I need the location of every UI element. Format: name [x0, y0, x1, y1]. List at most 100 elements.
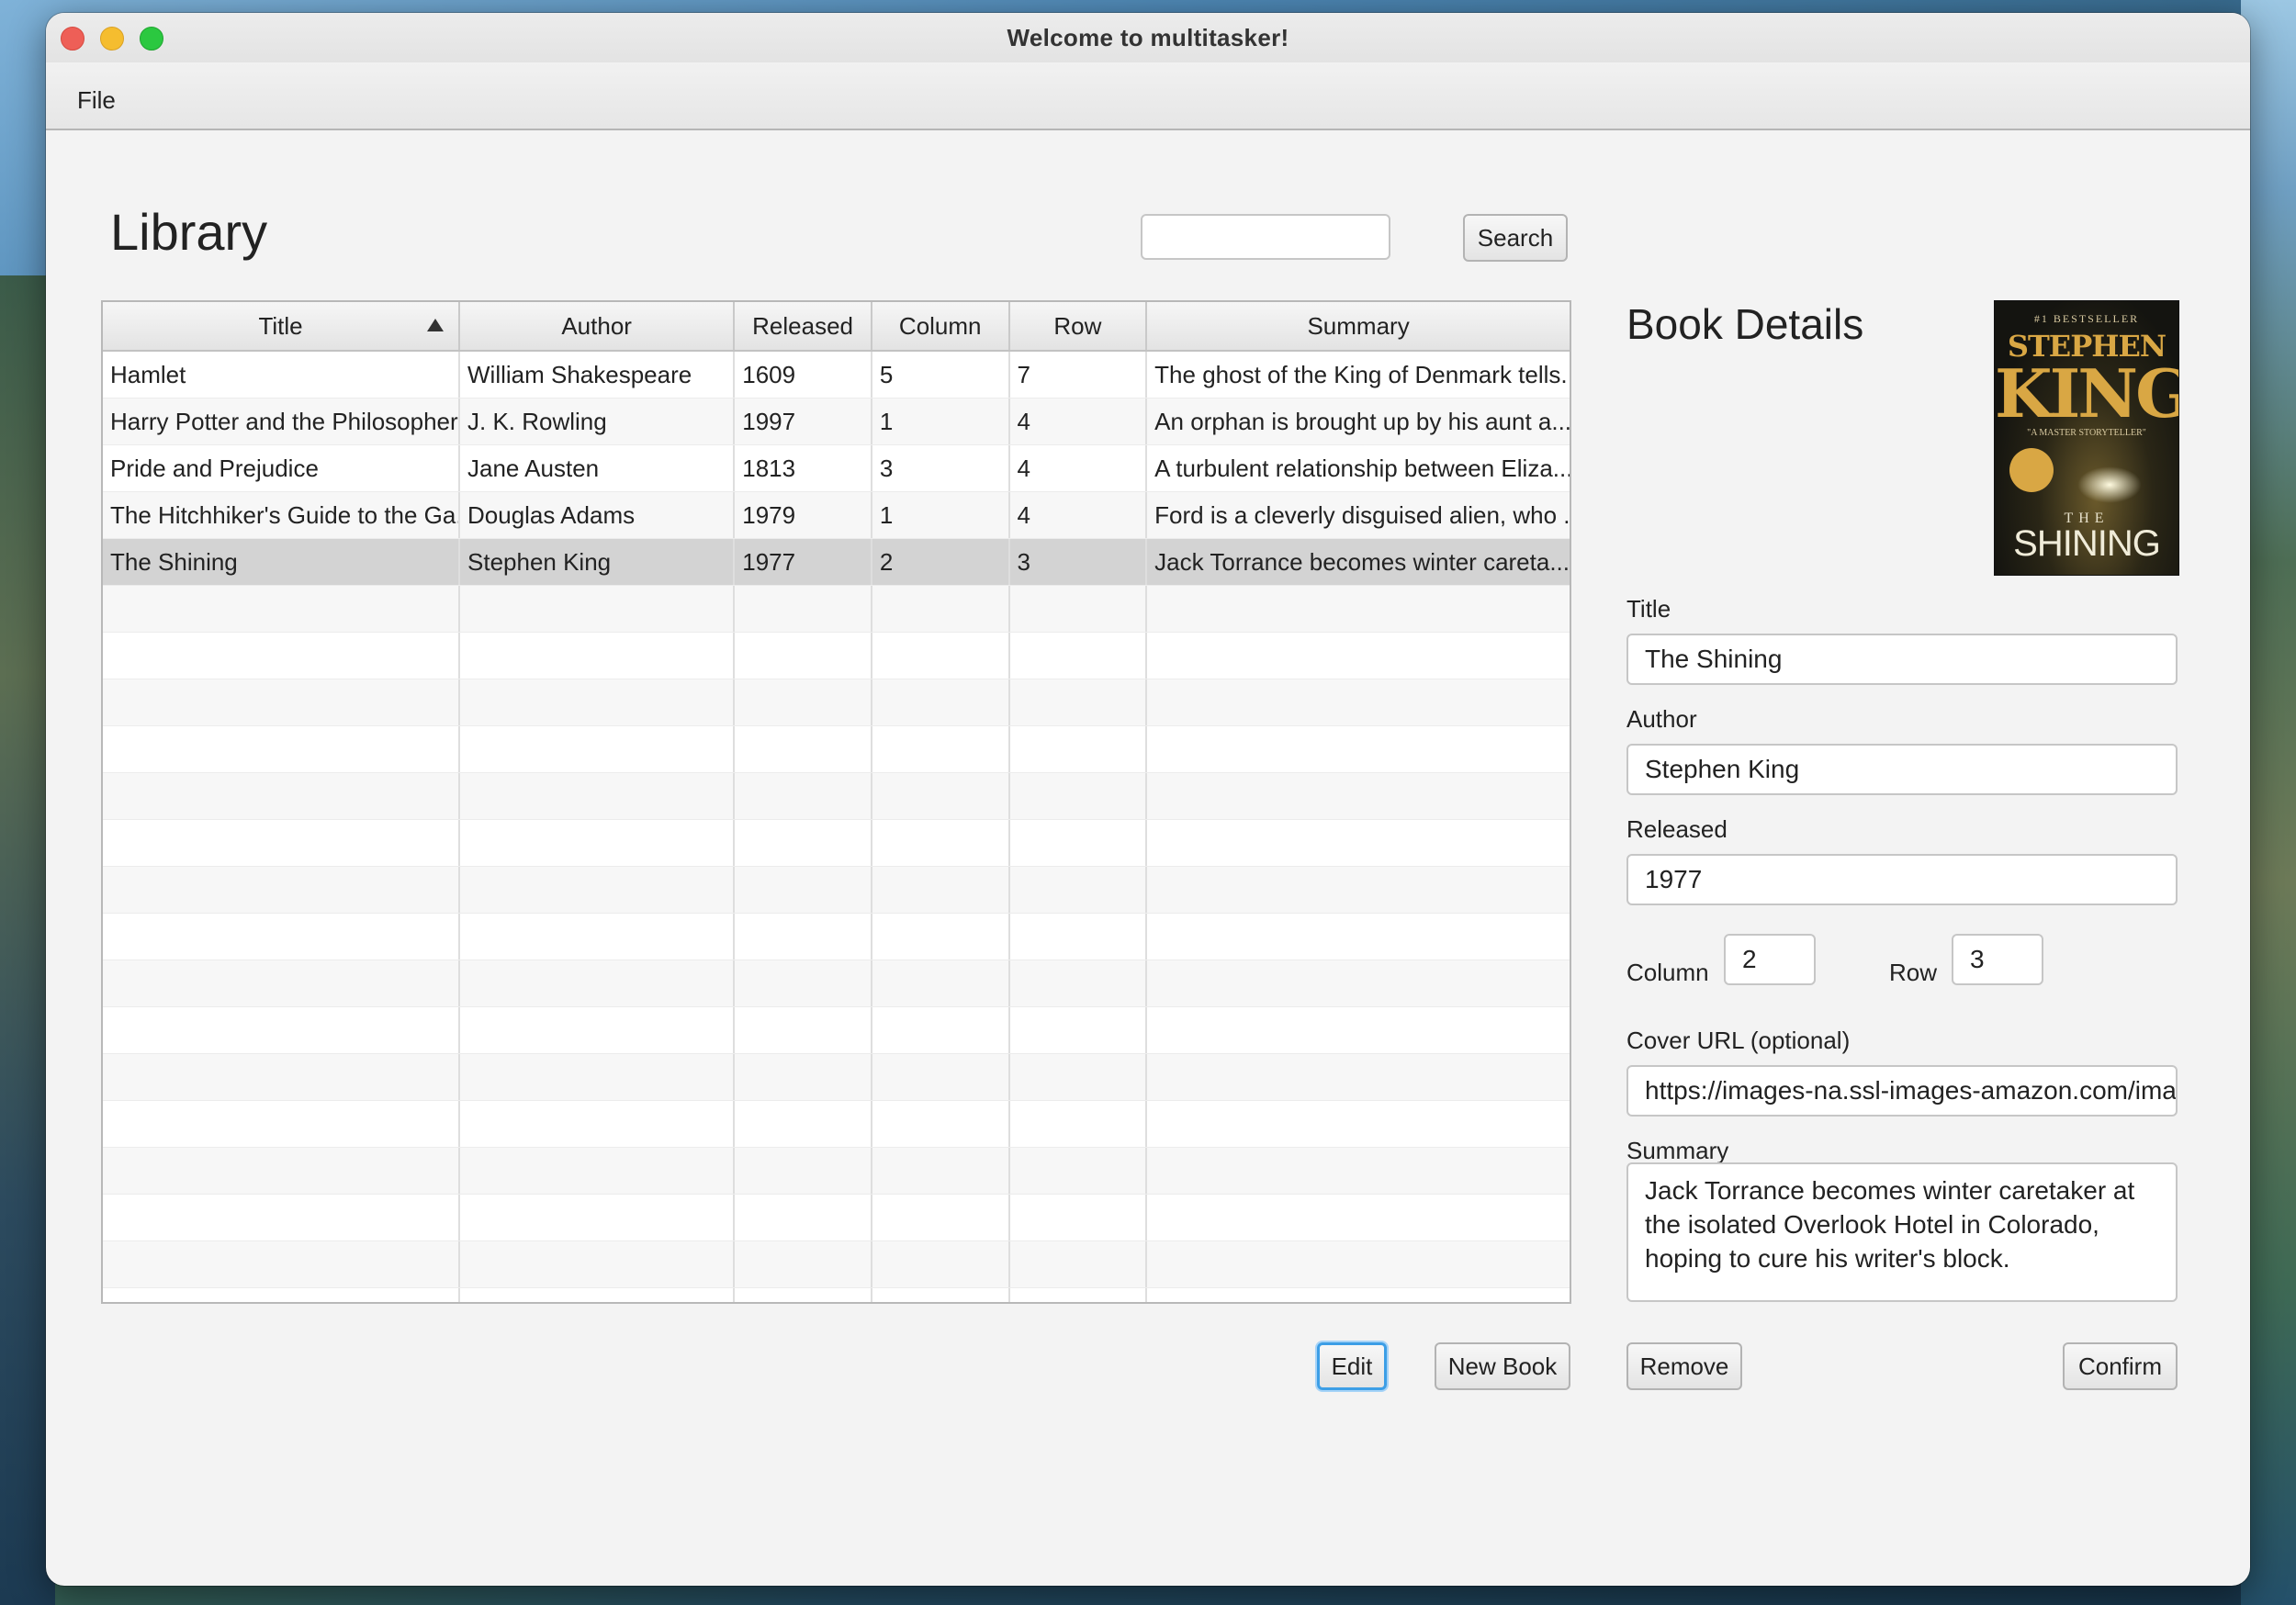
- new-book-button[interactable]: New Book: [1435, 1342, 1570, 1390]
- summary-label: Summary: [1626, 1137, 1729, 1164]
- cell-column: 3: [872, 445, 1010, 491]
- table-row[interactable]: Hamlet William Shakespeare 1609 5 7 The ghost…: [103, 352, 1570, 398]
- confirm-button[interactable]: Confirm: [2063, 1342, 2178, 1390]
- remove-button[interactable]: Remove: [1626, 1342, 1742, 1390]
- sort-ascending-icon: [427, 319, 445, 331]
- empty-cell: [1147, 773, 1570, 819]
- edit-button[interactable]: Edit: [1317, 1342, 1387, 1390]
- empty-cell: [103, 1241, 460, 1287]
- empty-cell: [735, 773, 872, 819]
- empty-cell: [460, 1241, 736, 1287]
- empty-table-row: [103, 679, 1570, 726]
- search-input[interactable]: [1141, 214, 1390, 260]
- table-body: Hamlet William Shakespeare 1609 5 7 The ghost…: [103, 352, 1570, 1302]
- cell-column: 1: [872, 492, 1010, 538]
- cell-summary: The ghost of the King of Denmark tells..…: [1154, 360, 1570, 388]
- column-header-label: Row: [1053, 311, 1102, 340]
- cover-author-last: KING: [1995, 354, 2179, 432]
- cover-title: SHINING: [2013, 523, 2161, 564]
- table-row[interactable]: The Hitchhiker's Guide to the Ga... Dougl…: [103, 492, 1570, 539]
- column-header-summary[interactable]: Summary: [1147, 302, 1570, 350]
- empty-cell: [103, 1148, 460, 1194]
- row-field[interactable]: 3: [1952, 934, 2043, 985]
- empty-cell: [872, 1007, 1010, 1053]
- empty-cell: [872, 1288, 1010, 1302]
- menu-bar: File: [46, 62, 2250, 130]
- cover-light: [2077, 466, 2142, 503]
- zoom-window-button[interactable]: [140, 27, 163, 51]
- minimize-window-button[interactable]: [100, 27, 124, 51]
- empty-cell: [103, 960, 460, 1006]
- empty-cell: [1010, 867, 1148, 913]
- cell-summary: Ford is a cleverly disguised alien, who …: [1154, 500, 1570, 529]
- empty-cell: [1010, 633, 1148, 679]
- released-label: Released: [1626, 815, 1728, 843]
- empty-cell: [103, 586, 460, 632]
- empty-cell: [872, 1195, 1010, 1240]
- table-row[interactable]: The Shining Stephen King 1977 2 3 Jack Torran…: [103, 539, 1570, 586]
- cover-tagline: "A MASTER STORYTELLER": [2027, 428, 2146, 438]
- column-header-column[interactable]: Column: [872, 302, 1010, 350]
- cell-row: 4: [1010, 492, 1148, 538]
- cell-author: William Shakespeare: [460, 352, 736, 398]
- empty-cell: [872, 726, 1010, 772]
- empty-cell: [103, 1195, 460, 1240]
- empty-cell: [460, 1054, 736, 1100]
- empty-table-row: [103, 867, 1570, 914]
- window-controls: [61, 27, 163, 51]
- column-header-title[interactable]: Title: [103, 302, 461, 350]
- empty-cell: [1010, 726, 1148, 772]
- empty-table-row: [103, 1007, 1570, 1054]
- empty-table-row: [103, 960, 1570, 1007]
- cell-released: 1609: [735, 352, 872, 398]
- empty-cell: [1010, 1195, 1148, 1240]
- empty-cell: [103, 1007, 460, 1053]
- empty-cell: [103, 773, 460, 819]
- empty-cell: [1147, 960, 1570, 1006]
- empty-cell: [1010, 1241, 1148, 1287]
- empty-cell: [872, 820, 1010, 866]
- cell-released: 1813: [735, 445, 872, 491]
- cell-column: 1: [872, 398, 1010, 444]
- empty-cell: [735, 820, 872, 866]
- cell-summary: Jack Torrance becomes winter careta...: [1154, 547, 1570, 576]
- cell-row: 7: [1010, 352, 1148, 398]
- empty-cell: [103, 633, 460, 679]
- empty-cell: [735, 1054, 872, 1100]
- table-row[interactable]: Pride and Prejudice Jane Austen 1813 3 4 A tu…: [103, 445, 1570, 492]
- released-field[interactable]: 1977: [1626, 854, 2178, 905]
- cell-author: J. K. Rowling: [460, 398, 736, 444]
- empty-cell: [103, 820, 460, 866]
- empty-cell: [1147, 726, 1570, 772]
- cell-column: 5: [872, 352, 1010, 398]
- search-button[interactable]: Search: [1463, 214, 1568, 262]
- empty-table-row: [103, 1101, 1570, 1148]
- empty-cell: [735, 1288, 872, 1302]
- cell-title: The Hitchhiker's Guide to the Ga...: [103, 492, 460, 538]
- empty-cell: [1147, 586, 1570, 632]
- empty-cell: [872, 586, 1010, 632]
- empty-cell: [735, 679, 872, 725]
- empty-cell: [1010, 679, 1148, 725]
- cell-released: 1979: [735, 492, 872, 538]
- column-header-row[interactable]: Row: [1010, 302, 1148, 350]
- cell-title: Pride and Prejudice: [103, 445, 460, 491]
- empty-cell: [735, 867, 872, 913]
- column-header-author[interactable]: Author: [460, 302, 736, 350]
- empty-table-row: [103, 773, 1570, 820]
- empty-cell: [735, 633, 872, 679]
- author-field[interactable]: Stephen King: [1626, 744, 2178, 795]
- table-row[interactable]: Harry Potter and the Philosopher... J. K.…: [103, 398, 1570, 445]
- column-header-released[interactable]: Released: [735, 302, 872, 350]
- column-field[interactable]: 2: [1724, 934, 1816, 985]
- close-window-button[interactable]: [61, 27, 84, 51]
- empty-cell: [1147, 1007, 1570, 1053]
- title-label: Title: [1626, 595, 1671, 623]
- summary-textarea[interactable]: Jack Torrance becomes winter caretaker a…: [1626, 1162, 2178, 1302]
- cover-url-field[interactable]: https://images-na.ssl-images-amazon.com/…: [1626, 1065, 2178, 1117]
- table-header: Title Author Released Column Row Summary: [103, 302, 1570, 352]
- cell-row: 4: [1010, 445, 1148, 491]
- empty-cell: [1010, 1054, 1148, 1100]
- title-field[interactable]: The Shining: [1626, 634, 2178, 685]
- menu-file[interactable]: File: [77, 86, 116, 115]
